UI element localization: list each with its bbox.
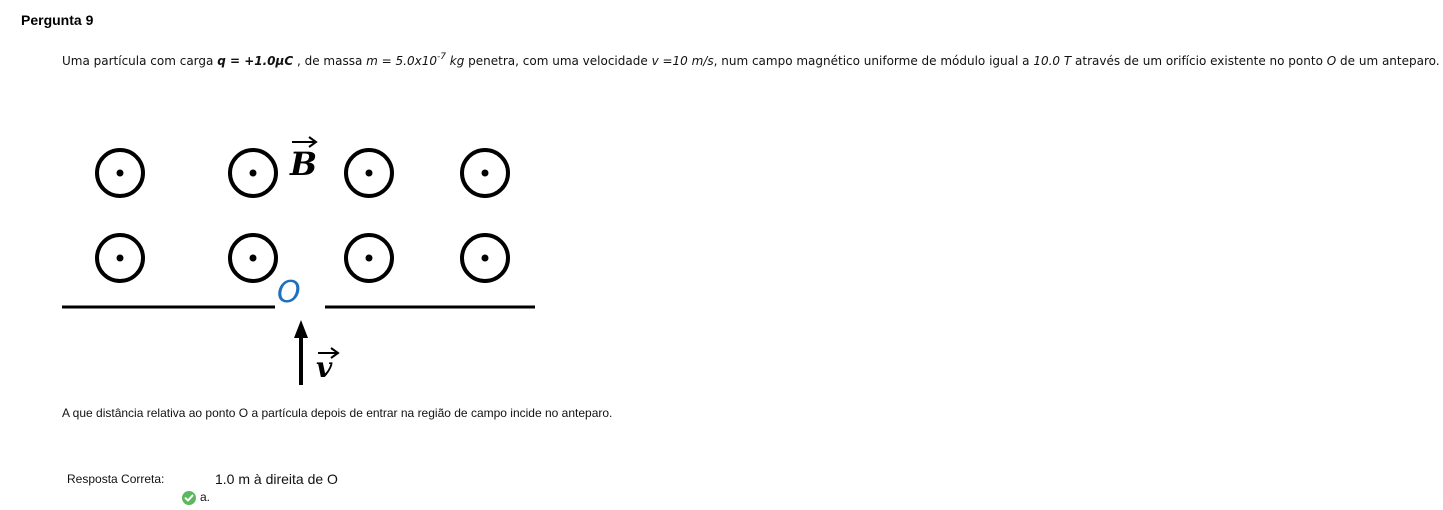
answer-option-letter: a. (200, 490, 211, 504)
mass-unit: kg (445, 54, 465, 68)
velocity-expression: v =10 m/s (651, 54, 714, 68)
question-statement: Uma partícula com carga q = +1.0μC , de … (62, 52, 1440, 68)
out-of-page-field-icon (228, 148, 278, 198)
statement-text-5: através de um orifício existente no pont… (1071, 54, 1327, 68)
out-of-page-field-icon (95, 148, 145, 198)
field-magnitude: 10.0 T (1033, 54, 1072, 68)
mass-expression: m = 5.0x10 (366, 54, 437, 68)
statement-text-4: , num campo magnético uniforme de módulo… (713, 54, 1034, 68)
field-label-text: B (289, 145, 317, 183)
answer-label: Resposta Correta: (67, 472, 165, 486)
statement-text-3: penetra, com uma velocidade (464, 54, 652, 68)
velocity-arrow (294, 320, 308, 385)
out-of-page-field-icon (228, 233, 278, 283)
statement-text-2: , de massa (293, 54, 367, 68)
field-label-b: B (289, 136, 318, 183)
check-circle-icon (182, 491, 196, 505)
out-of-page-field-icon (95, 233, 145, 283)
velocity-label-text: v (316, 351, 333, 384)
out-of-page-field-icon (460, 233, 510, 283)
question-page: Pergunta 9 Uma partícula com carga q = +… (0, 0, 1443, 510)
answer-value: 1.0 m à direita de O (215, 471, 338, 487)
question-title: Pergunta 9 (21, 12, 94, 28)
charge-expression: q = +1.0μC (217, 54, 294, 68)
statement-text-6: de um anteparo. (1336, 54, 1440, 68)
mass-exponent: -7 (436, 52, 446, 62)
velocity-label-v: v (316, 347, 340, 384)
out-of-page-field-icon (344, 233, 394, 283)
magnetic-field-figure: B O v (55, 125, 555, 395)
question-prompt: A que distância relativa ao ponto O a pa… (62, 406, 613, 420)
point-o-label: O (277, 275, 301, 310)
out-of-page-field-icon (460, 148, 510, 198)
point-o-reference: O (1326, 54, 1337, 68)
figure-diagram: B O v (62, 136, 535, 385)
out-of-page-field-icon (344, 148, 394, 198)
statement-text-1: Uma partícula com carga (62, 54, 218, 68)
